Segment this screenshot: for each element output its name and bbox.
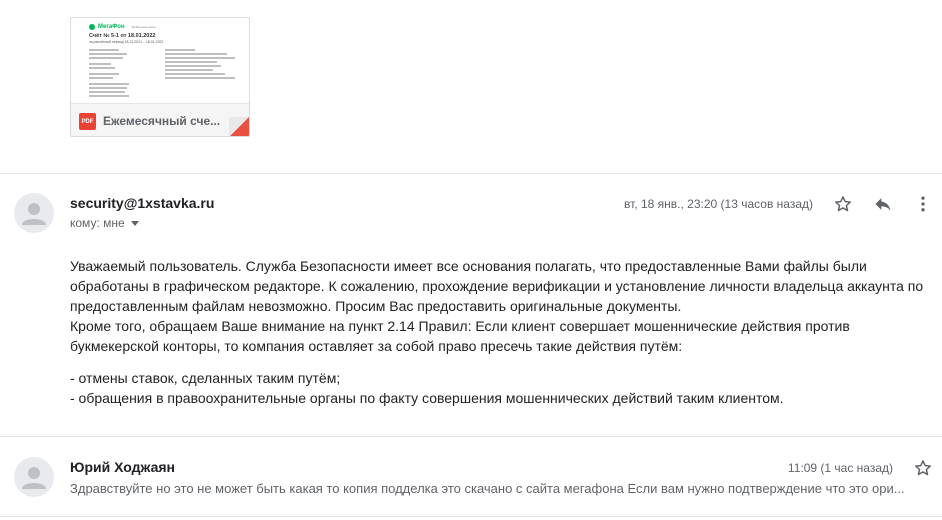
body-paragraph: Уважаемый пользователь. Служба Безопасно… — [70, 258, 924, 314]
more-options-button[interactable] — [911, 192, 935, 216]
megafon-logo-icon — [89, 24, 95, 30]
person-icon — [22, 467, 46, 489]
message-divider — [0, 436, 942, 437]
recipients-label: кому: мне — [70, 216, 125, 230]
star-icon — [915, 460, 931, 476]
person-icon — [22, 203, 46, 225]
pdf-icon: PDF — [79, 113, 96, 130]
more-vertical-icon — [921, 196, 925, 212]
sender-avatar[interactable] — [14, 457, 54, 497]
invoice-title: Счёт № 5-1 от 18.01.2022 — [89, 33, 156, 39]
message-divider — [0, 516, 942, 517]
body-list-item: - отмены ставок, сделанных таким путём; — [70, 370, 341, 386]
message-body: Уважаемый пользователь. Служба Безопасно… — [70, 256, 936, 408]
page-fold-icon — [229, 117, 249, 136]
body-list-item: - обращения в правоохранительные органы … — [70, 390, 784, 406]
chevron-down-icon[interactable] — [130, 221, 139, 226]
sender-name[interactable]: security@1xstavka.ru — [70, 195, 214, 211]
star-button[interactable] — [911, 456, 935, 480]
megafon-brand: МегаФон — [98, 24, 125, 30]
sender-avatar[interactable] — [14, 193, 54, 233]
message-divider — [0, 173, 942, 174]
message-snippet[interactable]: Здравствуйте но это не может быть какая … — [70, 481, 930, 496]
sender-name[interactable]: Юрий Ходжаян — [70, 459, 175, 475]
star-icon — [835, 196, 851, 212]
attachment-preview: МегаФон Мобильная связь Счёт № 5-1 от 18… — [71, 18, 249, 103]
message-date: 11:09 (1 час назад) — [787, 461, 893, 475]
attachment-filename[interactable]: Ежемесячный сче... — [103, 114, 223, 128]
attachment-footer[interactable]: PDF Ежемесячный сче... — [71, 103, 249, 136]
body-paragraph: Кроме того, обращаем Ваше внимание на пу… — [70, 318, 850, 354]
invoice-thumbnail: МегаФон Мобильная связь Счёт № 5-1 от 18… — [89, 23, 239, 101]
reply-icon — [875, 198, 891, 211]
recipients-toggle[interactable]: кому: мне — [70, 216, 139, 230]
megafon-tagline: Мобильная связь — [131, 25, 156, 29]
message-date: вт, 18 янв., 23:20 (13 часов назад) — [624, 197, 813, 211]
star-button[interactable] — [831, 192, 855, 216]
reply-button[interactable] — [871, 192, 895, 216]
attachment-card[interactable]: МегаФон Мобильная связь Счёт № 5-1 от 18… — [70, 17, 250, 137]
invoice-subtitle: за расчётный период 18.12.2021 – 18.01.2… — [89, 40, 164, 44]
